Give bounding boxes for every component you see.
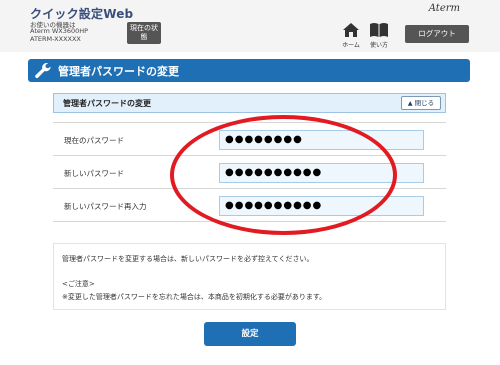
section-title: 管理者パスワードの変更	[63, 99, 151, 108]
note-heading: <ご注意>	[62, 280, 95, 288]
home-label: ホーム	[342, 42, 360, 49]
device-name: ATERM-XXXXXX	[30, 35, 81, 43]
collapse-button[interactable]: ▲ 閉じる	[401, 96, 441, 110]
note-box: 管理者パスワードを変更する場合は、新しいパスワードを必ず控えてください。 <ご注…	[53, 243, 446, 310]
confirm-password-label: 新しいパスワード再入力	[64, 202, 147, 211]
help-button[interactable]: 使い方	[365, 22, 393, 49]
submit-button[interactable]: 設定	[204, 322, 296, 346]
status-button[interactable]: 現在の状態	[127, 22, 161, 44]
chevron-up-icon: ▲	[407, 100, 413, 107]
current-password-label: 現在のパスワード	[64, 136, 124, 145]
page-title: 管理者パスワードの変更	[58, 65, 179, 78]
device-model: Aterm WX3600HP	[30, 27, 89, 35]
wrench-icon	[35, 62, 51, 79]
home-icon	[343, 23, 359, 37]
page-title-bar: 管理者パスワードの変更	[28, 59, 470, 82]
logout-button[interactable]: ログアウト	[405, 25, 469, 43]
home-button[interactable]: ホーム	[337, 22, 365, 49]
brand-logo: Aterm	[428, 3, 460, 14]
note-warning: ※変更した管理者パスワードを忘れた場合は、本商品を初期化する必要があります。	[62, 293, 327, 301]
book-icon	[370, 23, 388, 37]
collapse-label: 閉じる	[414, 99, 435, 107]
section-header: 管理者パスワードの変更 ▲ 閉じる	[53, 93, 446, 113]
note-text: 管理者パスワードを変更する場合は、新しいパスワードを必ず控えてください。	[62, 255, 314, 263]
new-password-label: 新しいパスワード	[64, 169, 124, 178]
help-label: 使い方	[369, 42, 388, 49]
annotation-oval	[170, 115, 397, 235]
header: クイック設定Web お使いの機器は Aterm WX3600HP ATERM-X…	[0, 0, 500, 52]
